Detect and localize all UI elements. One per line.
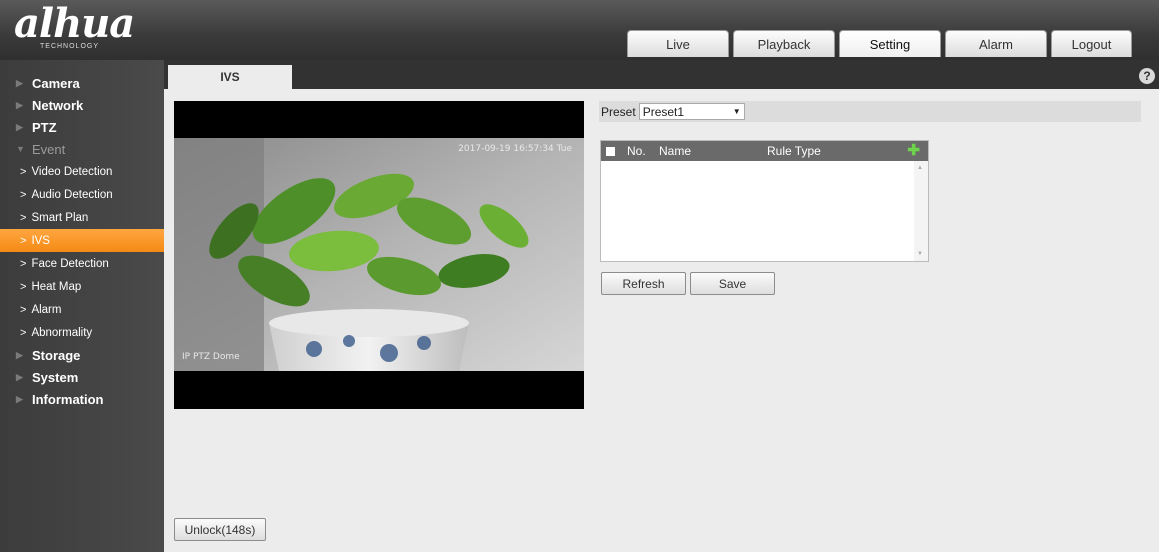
sidebar-item-label: Event (32, 141, 66, 157)
nav-tab-alarm[interactable]: Alarm (945, 30, 1047, 57)
save-button[interactable]: Save (690, 272, 775, 295)
preset-bar: Preset Preset1 ▼ (599, 101, 1141, 122)
sidebar-item-label: Information (32, 391, 104, 407)
sidebar-item-information[interactable]: ▶ Information (0, 388, 164, 410)
chevron-right-icon: > (20, 303, 27, 316)
column-header-name: Name (659, 144, 692, 158)
settings-sidebar: ▶ Camera ▶ Network ▶ PTZ ▼ Event > Video… (0, 60, 164, 552)
column-header-no: No. (627, 144, 646, 158)
triangle-down-icon: ▼ (16, 144, 25, 154)
sidebar-item-heat-map[interactable]: > Heat Map (0, 275, 164, 298)
column-header-rule-type: Rule Type (767, 144, 821, 158)
video-timestamp: 2017-09-19 16:57:34 Tue (458, 144, 572, 154)
sidebar-item-system[interactable]: ▶ System (0, 366, 164, 388)
nav-tab-playback[interactable]: Playback (733, 30, 835, 57)
sidebar-item-network[interactable]: ▶ Network (0, 94, 164, 116)
sidebar-item-label: Storage (32, 347, 81, 363)
scroll-down-icon[interactable]: ▼ (917, 251, 923, 257)
sidebar-item-camera[interactable]: ▶ Camera (0, 72, 164, 94)
help-icon[interactable]: ? (1139, 68, 1155, 84)
chevron-right-icon: > (20, 257, 27, 270)
scroll-up-icon[interactable]: ▲ (917, 165, 923, 171)
tab-ivs[interactable]: IVS (168, 65, 292, 89)
chevron-right-icon: > (20, 165, 27, 178)
sidebar-item-ptz[interactable]: ▶ PTZ (0, 116, 164, 138)
sidebar-item-smart-plan[interactable]: > Smart Plan (0, 206, 164, 229)
sidebar-item-storage[interactable]: ▶ Storage (0, 344, 164, 366)
sidebar-item-label: Camera (32, 75, 80, 91)
sidebar-item-label: Abnormality (31, 326, 93, 339)
triangle-right-icon: ▶ (16, 349, 23, 360)
sidebar-item-alarm[interactable]: > Alarm (0, 298, 164, 321)
nav-tab-setting[interactable]: Setting (839, 30, 941, 57)
rule-table: No. Name Rule Type ✚ ▲ ▼ (600, 140, 929, 262)
triangle-right-icon: ▶ (16, 77, 23, 88)
sidebar-item-abnormality[interactable]: > Abnormality (0, 321, 164, 344)
chevron-right-icon: > (20, 326, 27, 339)
unlock-button[interactable]: Unlock(148s) (174, 518, 266, 541)
sidebar-item-label: Heat Map (31, 280, 82, 293)
content-tab-bar: IVS ? (164, 60, 1159, 89)
sidebar-item-face-detection[interactable]: > Face Detection (0, 252, 164, 275)
sidebar-item-video-detection[interactable]: > Video Detection (0, 160, 164, 183)
preset-select-value: Preset1 (642, 104, 685, 119)
sidebar-item-label: Video Detection (31, 165, 113, 178)
sidebar-item-event[interactable]: ▼ Event (0, 138, 164, 160)
sidebar-item-label: System (32, 369, 79, 385)
rule-table-header: No. Name Rule Type ✚ (601, 141, 928, 161)
chevron-right-icon: > (20, 234, 27, 247)
preset-label: Preset (601, 104, 636, 119)
refresh-button[interactable]: Refresh (601, 272, 686, 295)
sidebar-item-label: Alarm (31, 303, 62, 316)
sidebar-item-label: Face Detection (31, 257, 109, 270)
sidebar-item-label: PTZ (32, 119, 57, 135)
video-channel-name: IP PTZ Dome (182, 352, 240, 362)
main-content: IVS ? 2017-09-19 16:57:34 Tue IP PTZ Dom… (164, 60, 1159, 552)
sidebar-item-label: Audio Detection (31, 188, 113, 201)
sidebar-item-ivs[interactable]: > IVS (0, 229, 164, 252)
chevron-right-icon: > (20, 188, 27, 201)
triangle-right-icon: ▶ (16, 371, 23, 382)
top-header: alhua TECHNOLOGY Live Playback Setting A… (0, 0, 1159, 60)
brand-logo: alhua (14, 4, 135, 44)
select-all-checkbox[interactable] (606, 146, 615, 156)
sidebar-item-label: Smart Plan (31, 211, 89, 224)
rule-table-scrollbar[interactable]: ▲ ▼ (914, 161, 928, 261)
video-preview[interactable]: 2017-09-19 16:57:34 Tue IP PTZ Dome (174, 101, 584, 409)
sidebar-item-label: IVS (31, 234, 50, 247)
chevron-right-icon: > (20, 280, 27, 293)
top-nav: Live Playback Setting Alarm Logout (627, 30, 1132, 57)
brand-name: alhua (14, 0, 135, 47)
sidebar-item-audio-detection[interactable]: > Audio Detection (0, 183, 164, 206)
nav-tab-logout[interactable]: Logout (1051, 30, 1132, 57)
chevron-right-icon: > (20, 211, 27, 224)
dropdown-arrow-icon: ▼ (732, 107, 741, 116)
preset-select[interactable]: Preset1 ▼ (638, 103, 745, 120)
add-rule-icon[interactable]: ✚ (907, 143, 920, 158)
triangle-right-icon: ▶ (16, 99, 23, 110)
triangle-right-icon: ▶ (16, 393, 23, 404)
brand-sub: TECHNOLOGY (40, 43, 100, 50)
sidebar-item-label: Network (32, 97, 84, 113)
triangle-right-icon: ▶ (16, 121, 23, 132)
nav-tab-live[interactable]: Live (627, 30, 729, 57)
